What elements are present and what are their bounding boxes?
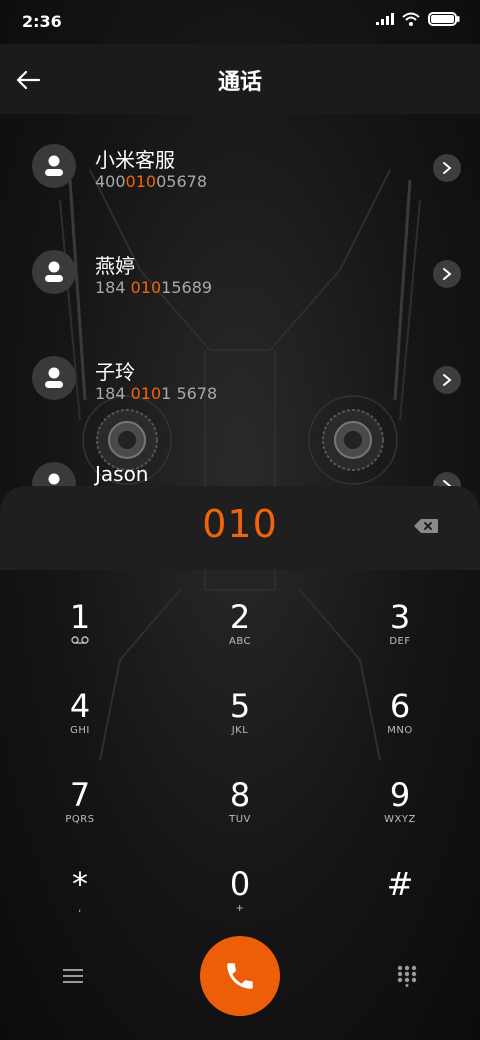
contact-list: 小米客服 40001005678 燕婷 184 01015689 子玲 184 … xyxy=(0,114,480,494)
key-letters xyxy=(320,903,480,915)
contact-row[interactable]: 小米客服 40001005678 xyxy=(0,114,480,220)
key-9[interactable]: 9 WXYZ xyxy=(320,748,480,837)
voicemail-icon xyxy=(71,636,89,644)
key-digit: 9 xyxy=(389,776,411,814)
key-digit: 7 xyxy=(69,776,91,814)
key-digit: 3 xyxy=(389,598,411,636)
key-2[interactable]: 2 ABC xyxy=(160,570,320,659)
key-letters: WXYZ xyxy=(384,814,416,825)
avatar xyxy=(32,250,76,294)
contact-detail-button[interactable] xyxy=(433,260,461,288)
contact-detail-button[interactable] xyxy=(433,154,461,182)
contact-detail-button[interactable] xyxy=(433,366,461,394)
number-suffix: 15689 xyxy=(161,278,213,297)
battery-icon xyxy=(428,12,460,26)
number-prefix: 400 xyxy=(95,172,126,191)
wifi-icon xyxy=(402,12,420,26)
person-icon xyxy=(45,261,63,282)
key-letters: TUV xyxy=(229,814,251,825)
page-title: 通话 xyxy=(217,70,262,95)
key-letters: PQRS xyxy=(65,814,95,825)
status-time: 2:36 xyxy=(22,12,62,31)
avatar xyxy=(32,144,76,188)
chevron-right-icon xyxy=(443,268,452,280)
number-prefix: 184 xyxy=(95,384,131,403)
key-digit: 2 xyxy=(229,598,251,636)
key-7[interactable]: 7 PQRS xyxy=(0,748,160,837)
phone-icon xyxy=(227,963,253,989)
keypad: 1 2 ABC 3 DEF 4 GHI 5 JKL 6 MNO 7 PQRS 8… xyxy=(0,570,480,926)
status-icons xyxy=(376,12,460,26)
key-5[interactable]: 5 JKL xyxy=(160,659,320,748)
key-hash[interactable]: # xyxy=(320,837,480,926)
key-8[interactable]: 8 TUV xyxy=(160,748,320,837)
number-suffix: 05678 xyxy=(156,172,207,191)
contact-row[interactable]: Jason xyxy=(0,432,480,494)
key-letters: + xyxy=(235,903,245,914)
menu-icon xyxy=(63,969,83,983)
number-prefix: 184 xyxy=(95,278,131,297)
signal-icon xyxy=(376,13,394,25)
contact-name: 燕婷 xyxy=(95,254,135,278)
call-button[interactable] xyxy=(200,936,280,1016)
key-letters: , xyxy=(78,903,82,914)
key-digit: 8 xyxy=(229,776,251,814)
key-digit: * xyxy=(72,865,88,903)
contact-row[interactable]: 子玲 184 0101 5678 xyxy=(0,326,480,432)
number-match: 010 xyxy=(130,384,162,403)
key-letters: MNO xyxy=(387,725,413,736)
dialpad-icon xyxy=(397,965,417,987)
contact-number: 40001005678 xyxy=(95,172,207,191)
key-0[interactable]: 0 + xyxy=(160,837,320,926)
key-4[interactable]: 4 GHI xyxy=(0,659,160,748)
chevron-right-icon xyxy=(443,374,452,386)
backspace-button[interactable] xyxy=(410,514,442,538)
contact-name: 子玲 xyxy=(95,360,135,384)
status-bar: 2:36 xyxy=(0,0,480,44)
contact-name: Jason xyxy=(95,462,149,486)
contact-name: 小米客服 xyxy=(95,148,175,172)
dialed-number: 010 xyxy=(202,502,278,546)
contact-row[interactable]: 燕婷 184 01015689 xyxy=(0,220,480,326)
key-digit: 1 xyxy=(69,598,91,636)
key-digit: 4 xyxy=(69,687,91,725)
key-digit: # xyxy=(386,865,414,903)
contact-number: 184 01015689 xyxy=(95,278,212,297)
person-icon xyxy=(45,367,63,388)
dialpad-toggle-button[interactable] xyxy=(386,958,428,994)
menu-button[interactable] xyxy=(52,958,94,994)
number-match: 010 xyxy=(130,278,162,297)
key-digit: 0 xyxy=(229,865,251,903)
key-letters: JKL xyxy=(231,725,249,736)
person-icon xyxy=(45,155,63,176)
key-6[interactable]: 6 MNO xyxy=(320,659,480,748)
contact-number: 184 0101 5678 xyxy=(95,384,217,403)
key-letters: ABC xyxy=(228,636,251,647)
bottom-actions xyxy=(0,926,480,1040)
avatar xyxy=(32,356,76,400)
key-letters: GHI xyxy=(70,725,90,736)
number-match: 010 xyxy=(125,172,157,191)
key-star[interactable]: * , xyxy=(0,837,160,926)
chevron-right-icon xyxy=(443,162,452,174)
key-1[interactable]: 1 xyxy=(0,570,160,659)
key-letters: DEF xyxy=(389,636,411,647)
key-digit: 5 xyxy=(229,687,251,725)
number-suffix: 1 5678 xyxy=(161,384,218,403)
app-header: 通话 xyxy=(0,44,480,114)
backspace-icon xyxy=(414,519,438,533)
key-digit: 6 xyxy=(389,687,411,725)
dial-display: 010 xyxy=(0,486,480,570)
key-3[interactable]: 3 DEF xyxy=(320,570,480,659)
